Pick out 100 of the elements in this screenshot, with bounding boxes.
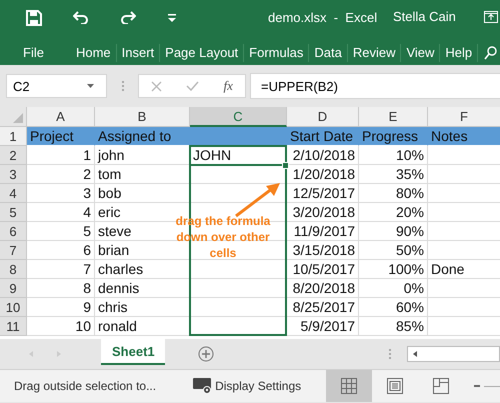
ribbon-tab[interactable]: Data <box>309 44 348 62</box>
table-cell: tom <box>98 166 122 182</box>
table-cell: 11/9/2017 <box>294 223 355 239</box>
column-header[interactable]: D <box>287 107 359 127</box>
table-cell: 1/20/2018 <box>292 166 355 182</box>
table-cell: 10% <box>396 147 424 163</box>
row-header[interactable]: 3 <box>0 165 27 184</box>
table-cell: steve <box>98 223 132 239</box>
table-cell: 3/20/2018 <box>292 204 355 220</box>
user-name: Stella Cain <box>393 9 456 24</box>
ribbon-tab[interactable]: Home <box>70 44 117 62</box>
triangle-icon <box>13 113 23 123</box>
table-cell: dennis <box>98 280 140 296</box>
row-header[interactable]: 1 <box>0 127 27 146</box>
table-cell: 90% <box>396 223 424 239</box>
name-box[interactable]: C2 <box>6 74 107 98</box>
fill-handle[interactable] <box>282 162 289 169</box>
table-cell: 5/9/2017 <box>300 318 355 334</box>
redo-icon[interactable] <box>120 10 136 24</box>
insert-function-button[interactable]: fx <box>224 78 233 94</box>
formula-field[interactable]: =UPPER(B2) <box>250 73 500 99</box>
ribbon-tab[interactable]: File <box>18 44 49 62</box>
table-cell: 0% <box>404 280 424 296</box>
window-title: demo.xlsx - Excel <box>268 10 378 25</box>
table-cell: brian <box>98 242 130 258</box>
row-header[interactable]: 8 <box>0 260 27 279</box>
column-header[interactable]: F <box>428 107 500 127</box>
status-message: Drag outside selection to... <box>14 379 156 393</box>
grid-icon <box>341 378 358 394</box>
row-header[interactable]: 4 <box>0 184 27 203</box>
horizontal-scrollbar[interactable] <box>407 346 500 362</box>
ribbon-tab[interactable]: Page Layout <box>160 44 244 62</box>
row-header[interactable]: 11 <box>0 317 27 336</box>
table-cell: 9 <box>83 299 91 315</box>
column-header[interactable]: B <box>95 107 190 127</box>
undo-icon[interactable] <box>73 10 89 24</box>
caret-icon <box>87 84 94 88</box>
arrow <box>235 183 280 218</box>
header-cell: Project <box>27 127 95 146</box>
table-cell: ronald <box>98 318 137 334</box>
table-cell: 8/25/2017 <box>292 299 355 315</box>
row-header[interactable]: 7 <box>0 241 27 260</box>
table-cell: eric <box>98 204 121 220</box>
header-cell: Progress <box>359 127 428 146</box>
table-cell: 7 <box>83 261 91 277</box>
scroll-left-icon[interactable] <box>413 351 417 357</box>
ribbon-tab[interactable]: View <box>401 44 440 62</box>
header-cell: Notes <box>428 127 500 146</box>
row-header[interactable]: 9 <box>0 279 27 298</box>
table-cell: 3/15/2018 <box>292 242 355 258</box>
display-settings-link[interactable]: Display Settings <box>215 379 302 393</box>
normal-view-button[interactable] <box>326 370 372 402</box>
table-cell: 8 <box>83 280 91 296</box>
column-header[interactable]: C <box>190 107 287 127</box>
table-cell: charles <box>98 261 144 277</box>
column-header[interactable]: A <box>27 107 95 127</box>
table-cell: 35% <box>396 166 424 182</box>
search-icon[interactable] <box>484 46 498 60</box>
table-cell: 4 <box>83 204 91 220</box>
table-cell: chris <box>98 299 128 315</box>
ribbon-tab[interactable]: Review <box>348 44 402 62</box>
page-break-icon <box>433 378 450 394</box>
sheet-tab[interactable]: Sheet1 <box>101 339 165 365</box>
column-header[interactable]: E <box>359 107 428 127</box>
monitor-gear-icon[interactable] <box>193 378 214 394</box>
table-cell: 85% <box>396 318 424 334</box>
table-cell: 1 <box>83 147 91 163</box>
table-cell: 100% <box>388 261 424 277</box>
row-header[interactable]: 6 <box>0 222 27 241</box>
ribbon-tab[interactable]: Insert <box>116 44 160 62</box>
table-cell: 20% <box>396 204 424 220</box>
save-icon[interactable] <box>26 10 42 26</box>
header-cell: Start Date <box>287 127 359 146</box>
table-cell: 12/5/2017 <box>292 185 355 201</box>
dropdown-icon[interactable] <box>168 14 176 22</box>
table-cell: 80% <box>396 185 424 201</box>
ribbon-tab[interactable]: Formulas <box>244 44 310 62</box>
table-cell: bob <box>98 185 122 201</box>
table-cell: 5 <box>83 223 91 239</box>
table-cell: 50% <box>396 242 424 258</box>
table-cell: 10/5/2017 <box>292 261 355 277</box>
table-cell: JOHN <box>193 147 232 163</box>
table-cell: 10 <box>75 318 91 334</box>
ribbon-tab[interactable]: Help <box>440 44 478 62</box>
table-cell: 2 <box>83 166 91 182</box>
table-cell: 8/20/2018 <box>292 280 355 296</box>
row-header[interactable]: 5 <box>0 203 27 222</box>
check-icon[interactable] <box>186 81 200 91</box>
table-cell: 3 <box>83 185 91 201</box>
table-cell: 2/10/2018 <box>292 147 355 163</box>
ribbon-display-icon[interactable] <box>484 11 498 23</box>
add-sheet-icon[interactable] <box>198 346 214 362</box>
table-cell: 60% <box>396 299 424 315</box>
header-cell: Assigned to <box>95 127 190 146</box>
row-header[interactable]: 2 <box>0 146 27 165</box>
row-header[interactable]: 10 <box>0 298 27 317</box>
table-cell: Done <box>431 261 464 277</box>
table-cell: john <box>98 147 124 163</box>
page-icon <box>387 378 404 394</box>
table-cell: 6 <box>83 242 91 258</box>
